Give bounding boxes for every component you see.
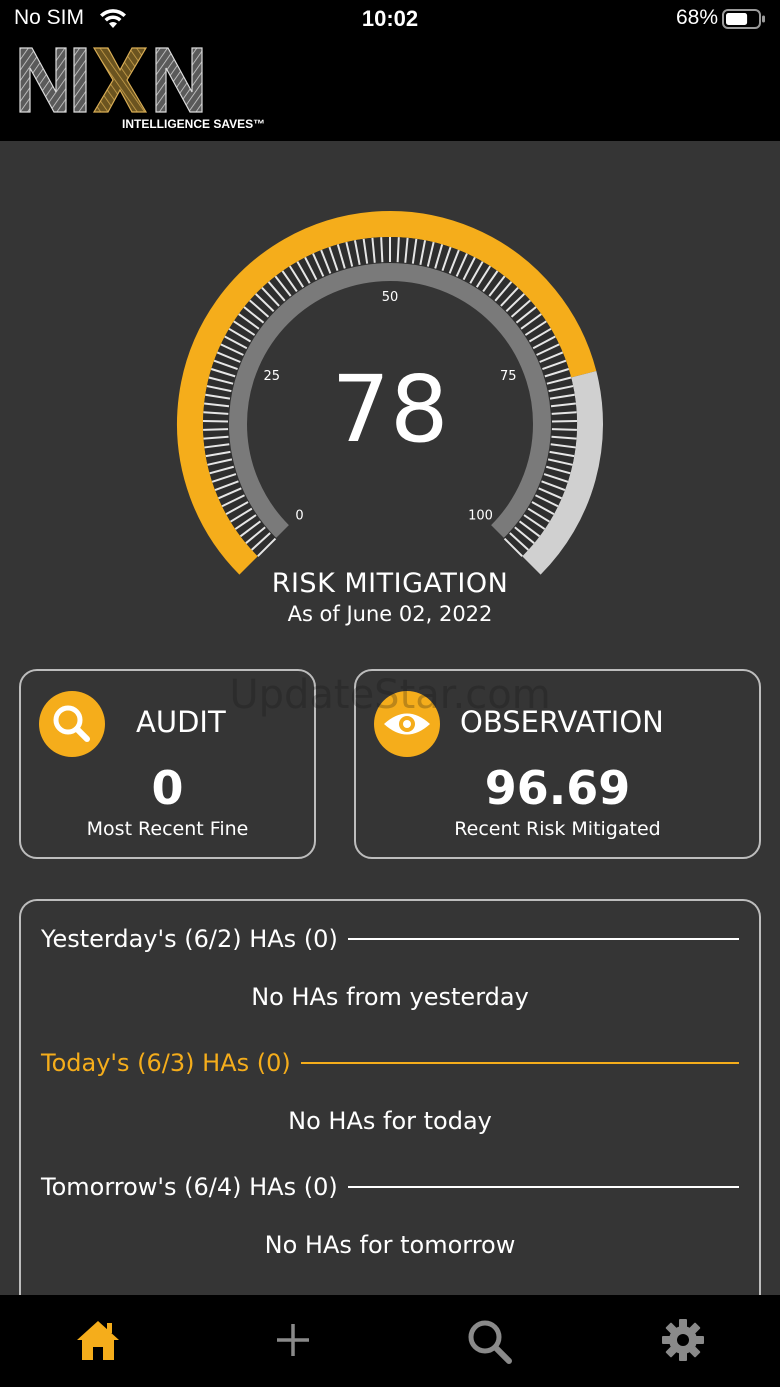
- ha-list-panel[interactable]: Yesterday's (6/2) HAs (0) No HAs from ye…: [19, 899, 761, 1319]
- gauge-value: 78: [331, 356, 449, 463]
- search-icon: [468, 1320, 512, 1364]
- nav-home-button[interactable]: [0, 1295, 195, 1387]
- audit-card[interactable]: AUDIT 0 Most Recent Fine: [19, 669, 316, 859]
- nav-add-button[interactable]: [195, 1295, 390, 1387]
- today-heading-text: Today's (6/3) HAs (0): [41, 1049, 291, 1077]
- top-bar: No SIM 10:02 68% INTELLIGENCE SAVES™: [0, 0, 780, 141]
- today-empty: No HAs for today: [288, 1107, 492, 1135]
- tomorrow-empty: No HAs for tomorrow: [264, 1231, 516, 1259]
- yesterday-heading-text: Yesterday's (6/2) HAs (0): [41, 925, 338, 953]
- bottom-nav: [0, 1295, 780, 1387]
- search-icon: [39, 691, 105, 757]
- gauge-tick-label: 100: [468, 509, 493, 524]
- gauge-tick: [380, 237, 384, 263]
- observation-value: 96.69: [484, 761, 631, 815]
- divider: [347, 1186, 739, 1188]
- battery-percent: 68%: [675, 6, 718, 29]
- home-icon: [77, 1321, 119, 1360]
- audit-value: 0: [151, 761, 184, 815]
- plus-icon: [277, 1324, 309, 1356]
- observation-subtitle: Recent Risk Mitigated: [454, 818, 661, 840]
- gauge-date: As of June 02, 2022: [287, 602, 493, 626]
- audit-title: AUDIT: [136, 705, 226, 739]
- gear-icon: [662, 1319, 704, 1361]
- nav-search-button[interactable]: [390, 1295, 585, 1387]
- gauge-tick-label: 50: [382, 290, 399, 305]
- nixn-logo: [19, 47, 203, 113]
- logo-tagline: INTELLIGENCE SAVES™: [122, 117, 266, 131]
- yesterday-heading: Yesterday's (6/2) HAs (0): [41, 921, 739, 957]
- gauge-tick-label: 0: [295, 509, 303, 524]
- divider: [347, 938, 739, 940]
- today-heading: Today's (6/3) HAs (0): [41, 1045, 739, 1081]
- observation-card[interactable]: OBSERVATION 96.69 Recent Risk Mitigated: [354, 669, 761, 859]
- observation-title: OBSERVATION: [460, 705, 664, 739]
- app-screen: No SIM 10:02 68% INTELLIGENCE SAVES™ 0 2…: [0, 0, 780, 1387]
- audit-subtitle: Most Recent Fine: [86, 818, 249, 840]
- eye-icon: [374, 691, 440, 757]
- tomorrow-heading-text: Tomorrow's (6/4) HAs (0): [41, 1173, 338, 1201]
- nav-settings-button[interactable]: [585, 1295, 780, 1387]
- gauge-title: RISK MITIGATION: [271, 568, 509, 599]
- gauge-tick: [396, 237, 400, 263]
- status-time: 10:02: [361, 6, 419, 31]
- divider: [300, 1062, 739, 1064]
- tomorrow-heading: Tomorrow's (6/4) HAs (0): [41, 1169, 739, 1205]
- yesterday-empty: No HAs from yesterday: [251, 983, 529, 1011]
- battery-icon: [722, 9, 765, 29]
